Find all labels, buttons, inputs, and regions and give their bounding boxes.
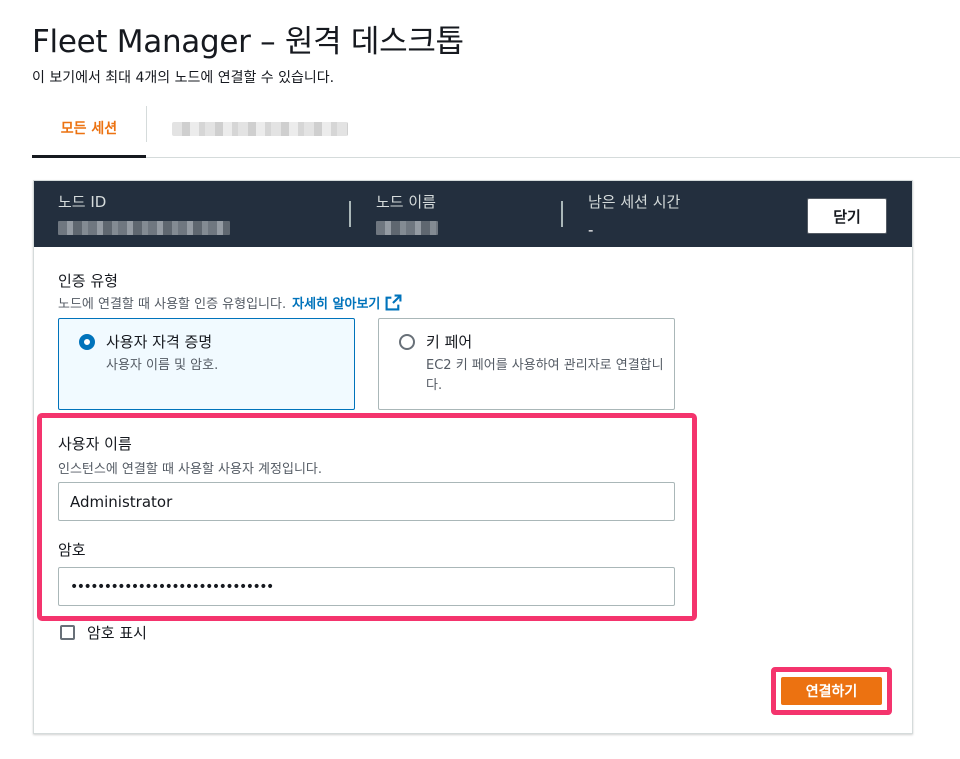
- auth-option-user-credentials[interactable]: 사용자 자격 증명 사용자 이름 및 암호.: [58, 318, 355, 410]
- node-id-column: 노드 ID: [58, 191, 230, 237]
- tab-divider: [146, 106, 147, 142]
- connect-button[interactable]: 연결하기: [781, 677, 882, 705]
- username-input[interactable]: [58, 482, 675, 521]
- external-link-icon: [385, 294, 402, 311]
- connect-highlight: 연결하기: [771, 667, 892, 715]
- auth-type-description: 노드에 연결할 때 사용할 인증 유형입니다. 자세히 알아보기: [58, 293, 402, 312]
- tab-all-sessions[interactable]: 모든 세션: [32, 100, 146, 158]
- auth-type-label: 인증 유형: [58, 272, 118, 290]
- node-name-value: [376, 221, 438, 237]
- remaining-time-label: 남은 세션 시간: [588, 193, 681, 211]
- radio-checked-icon[interactable]: [79, 334, 95, 350]
- option-title: 키 페어: [426, 333, 473, 351]
- node-id-value: [58, 221, 230, 237]
- option-description: 사용자 이름 및 암호.: [106, 358, 219, 373]
- page-title: Fleet Manager – 원격 데스크톱: [32, 24, 464, 60]
- show-password-label: 암호 표시: [87, 624, 147, 642]
- learn-more-label: 자세히 알아보기: [292, 297, 381, 312]
- username-description: 인스턴스에 연결할 때 사용할 사용자 계정입니다.: [58, 462, 322, 477]
- password-input[interactable]: ••••••••••••••••••••••••••••••: [58, 567, 675, 606]
- auth-option-key-pair[interactable]: 키 페어 EC2 키 페어를 사용하여 관리자로 연결합니다.: [378, 318, 675, 410]
- username-label: 사용자 이름: [58, 435, 132, 453]
- tab-all-sessions-label: 모든 세션: [60, 120, 118, 137]
- node-name-column: 노드 이름: [376, 191, 438, 237]
- radio-unchecked-icon[interactable]: [399, 334, 415, 350]
- learn-more-link[interactable]: 자세히 알아보기: [292, 293, 402, 312]
- node-name-label: 노드 이름: [376, 193, 436, 211]
- header-separator: [349, 201, 351, 227]
- header-separator: [561, 201, 563, 227]
- remaining-time-column: 남은 세션 시간 -: [588, 191, 681, 239]
- page-subtitle: 이 보기에서 최대 4개의 노드에 연결할 수 있습니다.: [32, 70, 335, 86]
- auth-type-description-text: 노드에 연결할 때 사용할 인증 유형입니다.: [58, 297, 287, 312]
- close-button[interactable]: 닫기: [807, 198, 887, 234]
- session-tabs: 모든 세션: [32, 100, 960, 158]
- password-label: 암호: [58, 541, 86, 559]
- show-password-checkbox[interactable]: [60, 625, 75, 640]
- remote-session-card: 노드 ID 노드 이름 남은 세션 시간 - 닫기 인증 유형 노드에 연결할 …: [33, 180, 913, 734]
- remaining-time-value: -: [588, 221, 594, 239]
- option-description: EC2 키 페어를 사용하여 관리자로 연결합니다.: [426, 358, 664, 393]
- redacted-tab-label: [172, 122, 348, 136]
- session-header-bar: 노드 ID 노드 이름 남은 세션 시간 - 닫기: [34, 181, 912, 247]
- node-id-label: 노드 ID: [58, 193, 107, 211]
- option-title: 사용자 자격 증명: [106, 333, 213, 351]
- tab-redacted-session[interactable]: [170, 100, 350, 158]
